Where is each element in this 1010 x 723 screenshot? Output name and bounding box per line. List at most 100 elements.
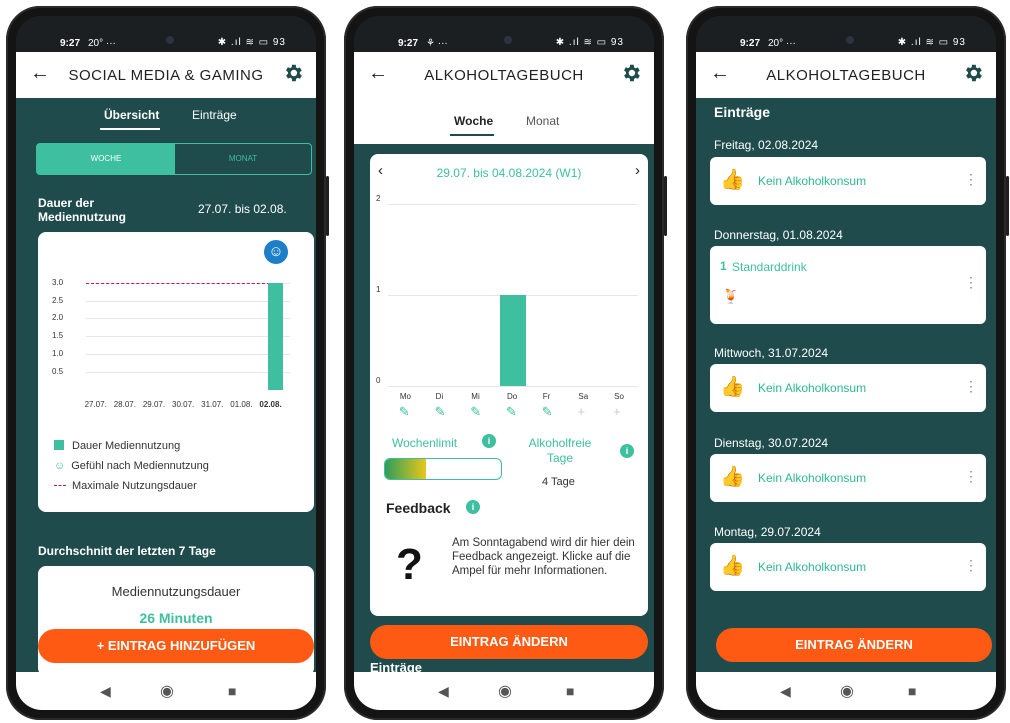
- pencil-icon[interactable]: ✎: [542, 404, 553, 420]
- gridline: [86, 300, 290, 302]
- x-tick-label: 29.07.: [142, 400, 166, 409]
- entry-date: Freitag, 02.08.2024: [714, 138, 819, 152]
- legend-bar: Dauer Mediennutzung: [54, 440, 180, 452]
- more-vert-icon[interactable]: ⋮: [964, 378, 978, 395]
- legend-label: Maximale Nutzungsdauer: [72, 480, 197, 492]
- legend-swatch-icon: [54, 440, 64, 450]
- nav-home-icon[interactable]: ◉: [160, 681, 174, 701]
- nav-recents-icon[interactable]: ■: [228, 683, 236, 699]
- info-icon[interactable]: i: [482, 434, 496, 448]
- next-week-icon[interactable]: ›: [635, 162, 640, 179]
- more-vert-icon[interactable]: ⋮: [964, 274, 978, 291]
- entry-card[interactable]: 👍 Kein Alkoholkonsum ⋮: [710, 157, 986, 205]
- tab-overview[interactable]: Übersicht: [104, 108, 159, 122]
- nav-home-icon[interactable]: ◉: [840, 681, 854, 701]
- x-tick-label: Fr: [542, 392, 551, 401]
- status-bar: 9:27 ⚘ ··· ✱ .ıl ≋ ▭ 93: [354, 16, 654, 52]
- smiley-icon: ☺: [54, 460, 66, 472]
- thumbs-up-icon: 👍: [720, 376, 745, 398]
- entry-card[interactable]: 👍 Kein Alkoholkonsum ⋮: [710, 364, 986, 412]
- app-bar: ← ALKOHOLTAGEBUCH: [696, 52, 996, 98]
- x-tick-label: 02.08.: [259, 400, 282, 409]
- gear-icon[interactable]: [282, 62, 304, 84]
- weekly-limit-fill: [385, 459, 426, 479]
- weekly-limit-label: Wochenlimit: [392, 436, 458, 450]
- bar: [500, 295, 526, 386]
- plus-icon[interactable]: +: [577, 404, 585, 419]
- tab-entries[interactable]: Einträge: [192, 108, 237, 122]
- pencil-icon[interactable]: ✎: [399, 404, 410, 420]
- alcohol-free-label: Alkoholfreie Tage: [528, 436, 592, 465]
- nav-back-icon[interactable]: ◀: [780, 683, 791, 700]
- camera-icon: [504, 36, 512, 44]
- entry-date: Dienstag, 30.07.2024: [714, 436, 829, 450]
- chart-card: ☺ 3.0 2.5 2.0 1.5 1.0 0.5 27.07. 28.07. 29.07. 30…: [38, 232, 314, 512]
- legend-label: Dauer Mediennutzung: [72, 440, 181, 452]
- toggle-month[interactable]: MONAT: [175, 144, 311, 174]
- thumbs-up-icon: 👍: [720, 466, 745, 488]
- mood-face-icon[interactable]: ☺: [264, 240, 288, 264]
- entry-text: Kein Alkoholkonsum: [758, 471, 867, 485]
- phone-alcohol-overview: 9:27 ⚘ ··· ✱ .ıl ≋ ▭ 93 ← ALKOHOLTAGEBUC…: [344, 6, 667, 720]
- y-tick-label: 0.5: [52, 367, 64, 377]
- tab-month[interactable]: Monat: [526, 114, 559, 128]
- toggle-week[interactable]: WOCHE: [37, 144, 175, 174]
- pencil-icon[interactable]: ✎: [435, 404, 446, 420]
- info-icon[interactable]: i: [466, 500, 480, 514]
- pencil-icon[interactable]: ✎: [470, 404, 481, 420]
- question-mark-icon[interactable]: ?: [396, 540, 423, 590]
- gridline: [86, 372, 290, 374]
- system-nav-bar: ◀ ◉ ■: [354, 672, 654, 710]
- system-nav-bar: ◀ ◉ ■: [16, 672, 316, 710]
- add-entry-button[interactable]: + EINTRAG HINZUFÜGEN: [38, 629, 314, 663]
- entry-text: Kein Alkoholkonsum: [758, 174, 867, 188]
- y-tick-label: 0: [376, 376, 381, 385]
- plus-icon[interactable]: +: [613, 404, 621, 419]
- phone-alcohol-entries: 9:27 20° ··· ✱ .ıl ≋ ▭ 93 ← ALKOHOLTAGEB…: [686, 6, 1009, 720]
- screen: 9:27 20° ··· ✱ .ıl ≋ ▭ 93 ← ALKOHOLTAGEB…: [696, 16, 996, 710]
- gear-icon[interactable]: [620, 62, 642, 84]
- tab-week[interactable]: Woche: [454, 114, 493, 128]
- nav-back-icon[interactable]: ◀: [438, 683, 449, 700]
- entries-heading: Einträge: [714, 104, 771, 120]
- nav-back-icon[interactable]: ◀: [100, 683, 111, 700]
- week-label: 29.07. bis 04.08.2024 (W1): [436, 166, 582, 180]
- thumbs-up-icon: 👍: [720, 169, 745, 191]
- nav-recents-icon[interactable]: ■: [566, 683, 574, 699]
- x-tick-label: 28.07.: [113, 400, 136, 409]
- thumbs-up-icon: 👍: [720, 555, 745, 577]
- y-tick-label: 1.0: [52, 349, 64, 359]
- system-nav-bar: ◀ ◉ ■: [696, 672, 996, 710]
- more-vert-icon[interactable]: ⋮: [964, 468, 978, 485]
- avg-title: Durchschnitt der letzten 7 Tage: [38, 544, 216, 558]
- entry-card[interactable]: 👍 Kein Alkoholkonsum ⋮: [710, 543, 986, 591]
- cocktail-icon: 🍹: [722, 288, 740, 304]
- info-icon[interactable]: i: [620, 444, 634, 458]
- dashed-line-icon: [54, 485, 66, 486]
- tab-bar: Woche Monat: [354, 98, 654, 144]
- more-vert-icon[interactable]: ⋮: [964, 171, 978, 188]
- more-vert-icon[interactable]: ⋮: [964, 557, 978, 574]
- bar: [268, 282, 284, 390]
- gear-icon[interactable]: [962, 62, 984, 84]
- x-tick-label: Sa: [578, 392, 589, 401]
- phone-social-media: 9:27 20° ··· ✱ .ıl ≋ ▭ 93 ← SOCIAL MEDIA…: [6, 6, 329, 720]
- edit-entry-button[interactable]: EINTRAG ÄNDERN: [370, 625, 648, 659]
- nav-home-icon[interactable]: ◉: [498, 681, 512, 701]
- gridline: [86, 354, 290, 356]
- entry-card[interactable]: 1 Standarddrink 🍹 ⋮: [710, 246, 986, 324]
- entry-card[interactable]: 👍 Kein Alkoholkonsum ⋮: [710, 454, 986, 502]
- date-range: 27.07. bis 02.08.: [198, 202, 287, 216]
- x-tick-label: Do: [507, 392, 518, 401]
- max-usage-line: [86, 282, 280, 284]
- feedback-title: Feedback: [386, 500, 451, 516]
- camera-icon: [846, 36, 854, 44]
- weekly-limit-bar[interactable]: [384, 458, 502, 480]
- pencil-icon[interactable]: ✎: [506, 404, 517, 420]
- side-button: [326, 176, 329, 236]
- nav-recents-icon[interactable]: ■: [908, 683, 916, 699]
- period-toggle: WOCHE MONAT: [36, 143, 312, 175]
- edit-entry-button[interactable]: EINTRAG ÄNDERN: [716, 628, 992, 662]
- status-icons: ✱ .ıl ≋ ▭ 93: [217, 37, 286, 48]
- entry-text: Standarddrink: [732, 260, 807, 274]
